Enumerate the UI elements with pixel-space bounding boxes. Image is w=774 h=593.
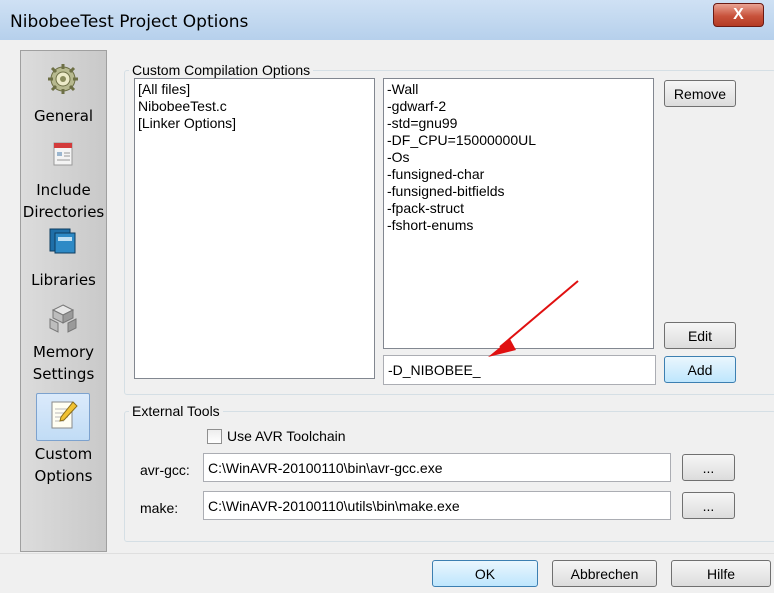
sidebar-item-label: Include Directories [22,181,105,221]
list-item[interactable]: NibobeeTest.c [138,98,371,115]
notepad-pencil-icon [46,399,80,431]
list-item[interactable]: -Os [387,149,650,166]
options-sidebar: General Include Directories Libraries Me… [20,50,107,552]
browse-avr-gcc-button[interactable]: ... [682,454,735,481]
gear-icon [46,63,80,95]
make-label: make: [140,500,179,516]
annotation-arrow [488,280,579,357]
books-icon [46,225,80,257]
project-options-window: NibobeeTest Project Options X General In… [0,0,774,593]
use-avr-toolchain-label: Use AVR Toolchain [227,428,346,444]
list-item[interactable]: -funsigned-bitfields [387,183,650,200]
help-button[interactable]: Hilfe [671,560,771,587]
list-item[interactable]: -fpack-struct [387,200,650,217]
close-button[interactable]: X [713,3,764,27]
add-button[interactable]: Add [664,356,736,383]
list-item[interactable]: [All files] [138,81,371,98]
sidebar-item-label: Libraries [31,271,96,289]
edit-button[interactable]: Edit [664,322,736,349]
list-item[interactable]: -DF_CPU=15000000UL [387,132,650,149]
external-tools-legend: External Tools [132,403,220,419]
list-item[interactable]: -funsigned-char [387,166,650,183]
list-item[interactable]: -fshort-enums [387,217,650,234]
list-item[interactable]: -std=gnu99 [387,115,650,132]
avr-gcc-label: avr-gcc: [140,462,190,478]
make-path-field[interactable]: C:\WinAVR-20100110\utils\bin\make.exe [203,491,671,520]
compilation-options-legend: Custom Compilation Options [132,62,311,78]
avr-gcc-path-field[interactable]: C:\WinAVR-20100110\bin\avr-gcc.exe [203,453,671,482]
sidebar-item-label: General [33,107,94,125]
remove-button[interactable]: Remove [664,80,736,107]
ok-button[interactable]: OK [432,560,538,587]
cancel-button[interactable]: Abbrechen [552,560,657,587]
folder-icon [46,137,80,169]
browse-make-button[interactable]: ... [682,492,735,519]
list-item[interactable]: -Wall [387,81,650,98]
list-item[interactable]: -gdwarf-2 [387,98,650,115]
sidebar-item-label: Custom Options [34,445,93,485]
blocks-icon [46,303,80,335]
dialog-client: General Include Directories Libraries Me… [0,40,774,593]
sidebar-item-label: Memory Settings [32,343,95,383]
title-bar: NibobeeTest Project Options X [0,0,774,41]
list-item[interactable]: [Linker Options] [138,115,371,132]
file-list[interactable]: [All files] NibobeeTest.c [Linker Option… [134,78,375,379]
use-avr-toolchain-checkbox[interactable] [207,429,222,444]
dialog-button-bar: OK Abbrechen Hilfe [0,553,774,593]
window-title: NibobeeTest Project Options [10,12,249,32]
